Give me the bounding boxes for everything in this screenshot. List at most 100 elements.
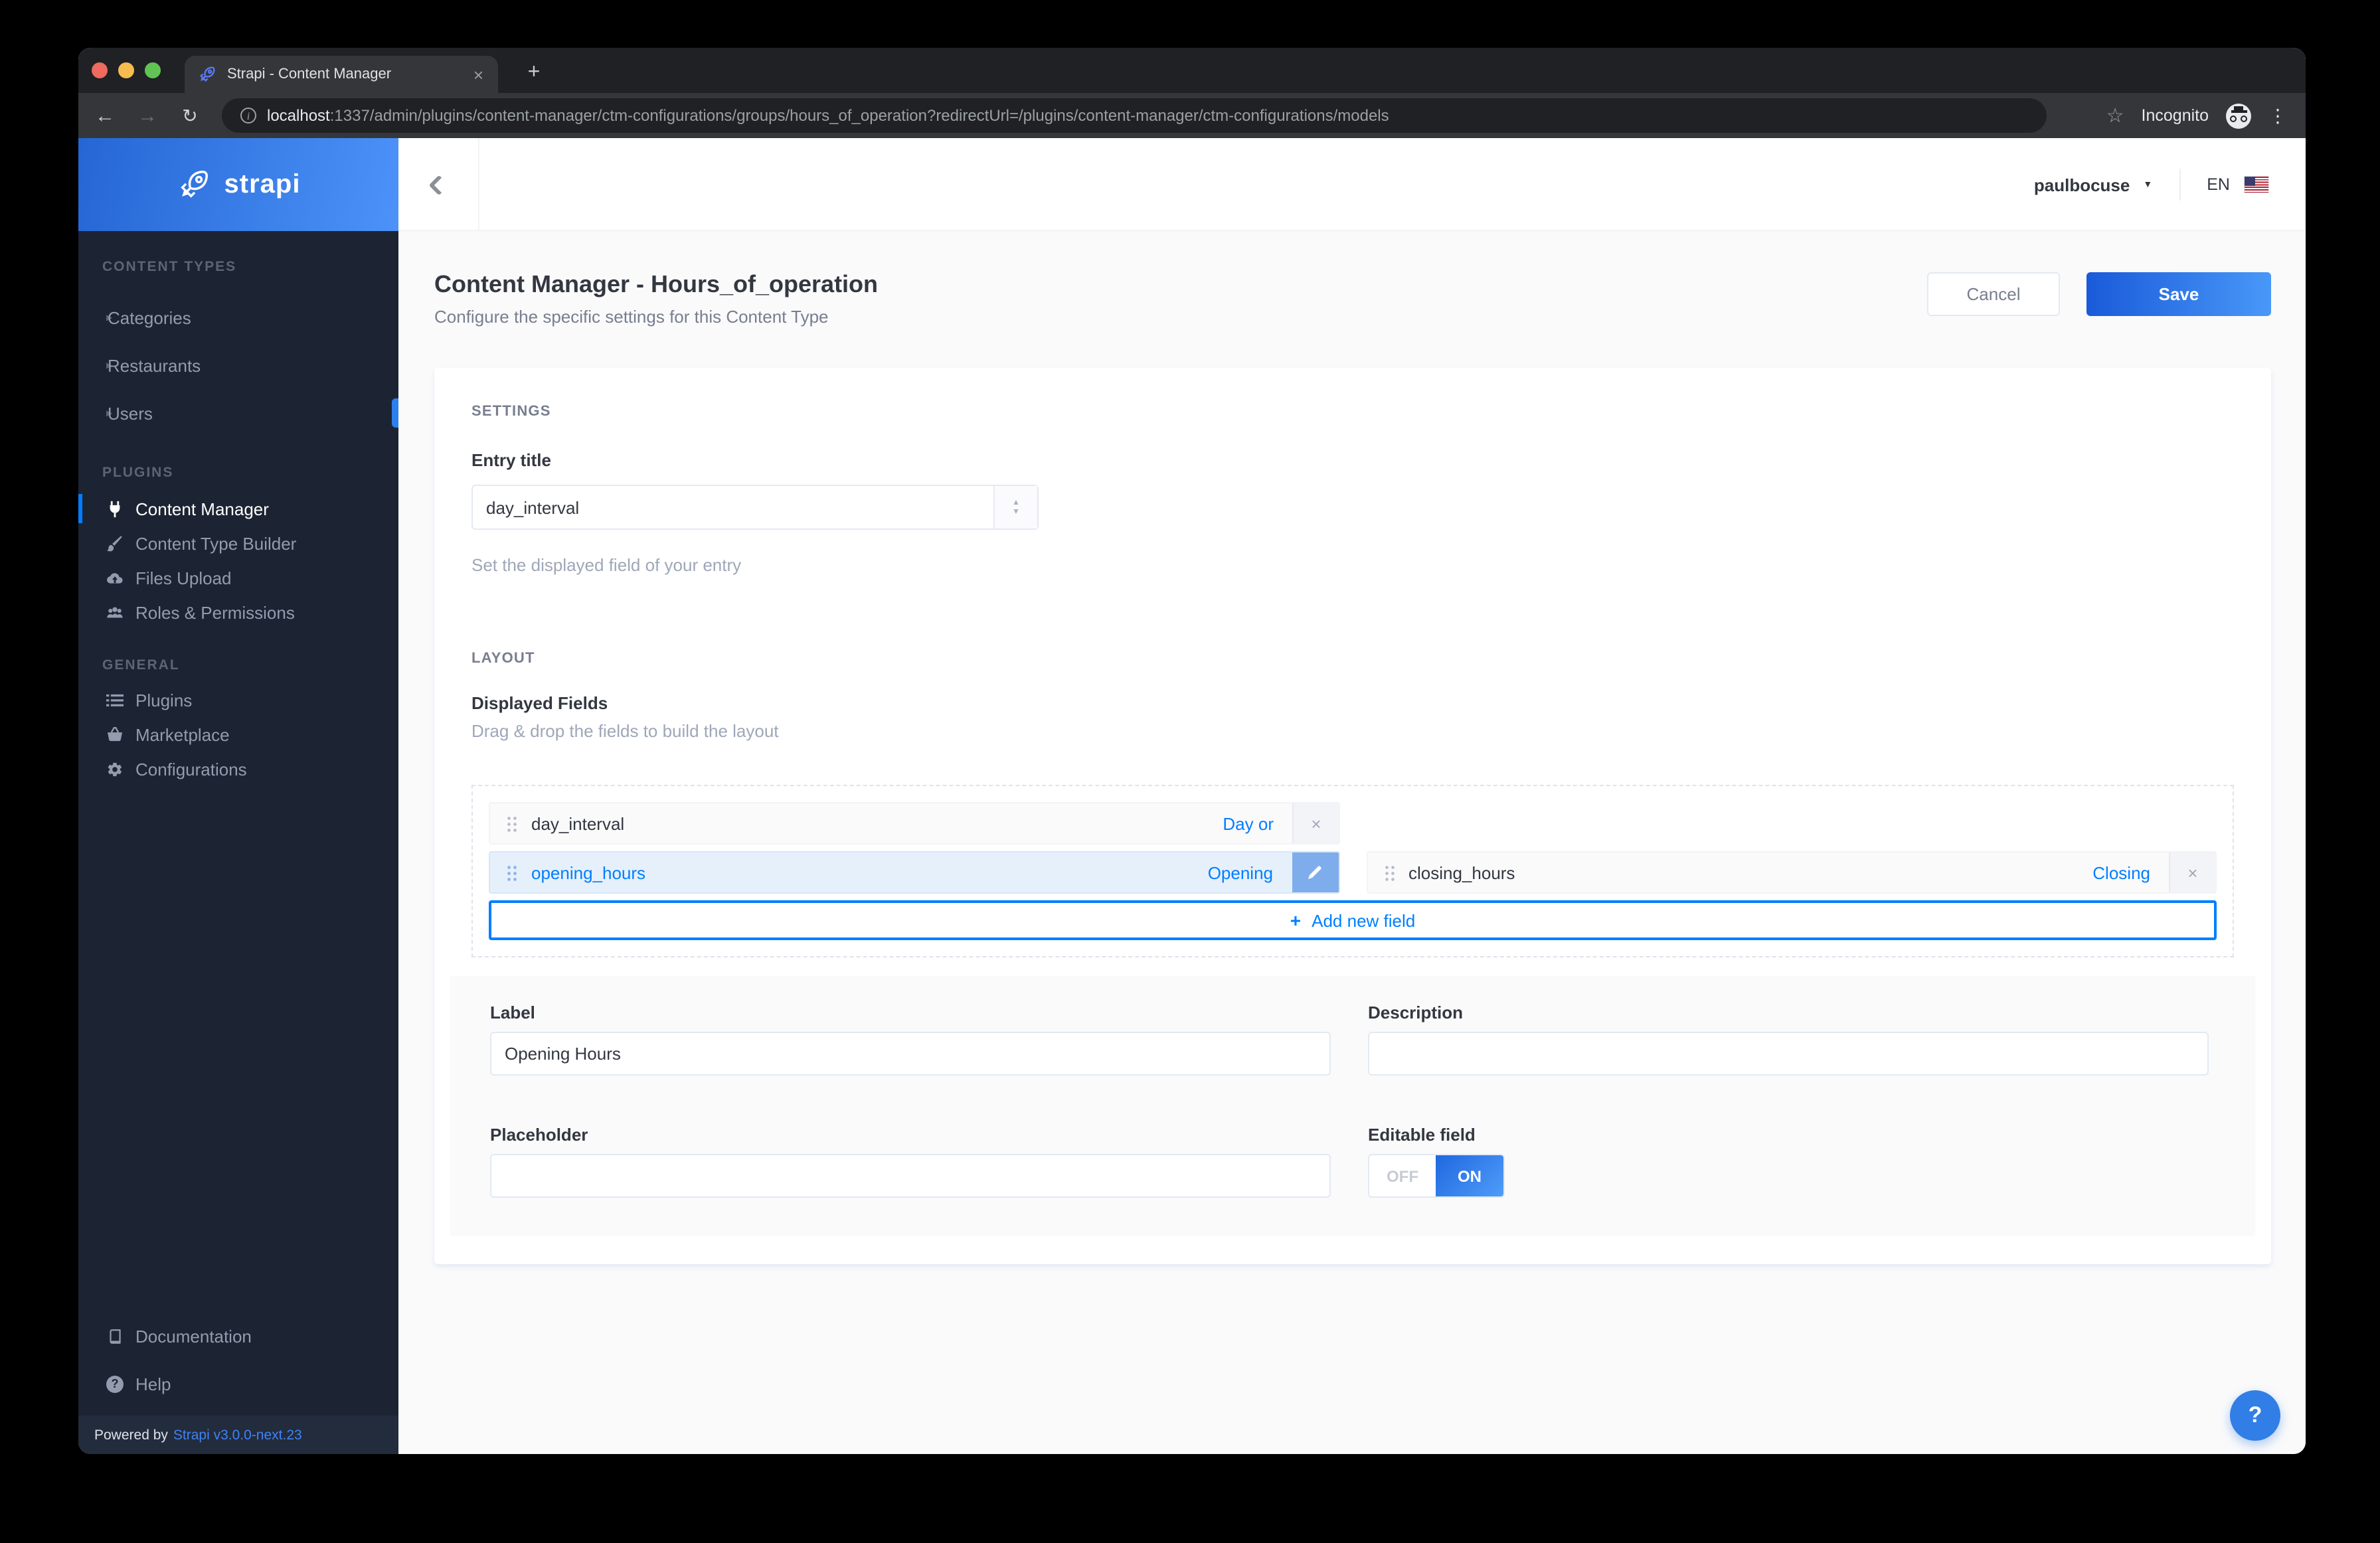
back-chevron-icon[interactable] <box>422 165 454 204</box>
remove-field-icon[interactable]: × <box>1292 803 1339 843</box>
entry-title-value: day_interval <box>486 497 580 517</box>
sidebar-nav: CONTENT TYPES ▶ Categories ▶ Restaurants… <box>78 231 398 1454</box>
editable-field-label: Editable field <box>1368 1125 1476 1145</box>
edit-field-icon[interactable] <box>1292 853 1338 892</box>
gear-icon <box>106 760 135 777</box>
sidebar-scrollbar[interactable] <box>392 398 398 428</box>
field-badge: Day or <box>1223 813 1274 833</box>
toggle-on[interactable]: ON <box>1436 1155 1503 1196</box>
new-tab-button[interactable]: + <box>517 56 551 90</box>
screen: Strapi - Content Manager × + ← → ↻ i loc… <box>0 0 2380 1543</box>
expand-arrow-icon: ▶ <box>106 362 113 370</box>
close-window-button[interactable] <box>92 62 108 78</box>
back-icon[interactable]: ← <box>89 104 121 127</box>
sidebar-item-label: Categories <box>108 307 191 327</box>
settings-card: SETTINGS Entry title day_interval ▲ ▼ Set… <box>434 368 2271 1264</box>
zoom-window-button[interactable] <box>145 62 161 78</box>
active-indicator <box>78 494 82 523</box>
displayed-fields-help: Drag & drop the fields to build the layo… <box>471 721 779 741</box>
plug-icon <box>106 500 135 517</box>
strapi-logo-text: strapi <box>224 169 301 199</box>
sidebar-item-documentation[interactable]: Documentation <box>78 1321 398 1350</box>
strapi-logo: strapi <box>78 138 398 231</box>
sidebar-item-files-upload[interactable]: Files Upload <box>78 563 398 592</box>
cancel-button[interactable]: Cancel <box>1927 272 2060 316</box>
cloud-upload-icon <box>106 569 135 586</box>
strapi-version-link[interactable]: Strapi v3.0.0-next.23 <box>173 1427 302 1443</box>
minimize-window-button[interactable] <box>118 62 134 78</box>
header-vertical-divider <box>2179 169 2181 201</box>
sidebar-item-label: Plugins <box>135 690 193 710</box>
tab-close-icon[interactable]: × <box>469 64 487 84</box>
expand-arrow-icon: ▶ <box>106 314 113 322</box>
entry-title-select[interactable]: day_interval ▲ ▼ <box>471 485 1039 530</box>
save-button[interactable]: Save <box>2086 272 2271 316</box>
section-general: GENERAL <box>102 657 180 673</box>
help-fab-button[interactable]: ? <box>2230 1390 2280 1441</box>
label-input[interactable] <box>490 1032 1331 1076</box>
language-label[interactable]: EN <box>2207 175 2230 194</box>
field-badge: Closing <box>2092 862 2150 882</box>
drag-handle-icon[interactable] <box>1383 864 1395 881</box>
field-name: day_interval <box>531 813 625 833</box>
users-group-icon <box>106 604 135 621</box>
sidebar-item-marketplace[interactable]: Marketplace <box>78 720 398 749</box>
page-info-icon[interactable]: i <box>240 108 256 123</box>
sidebar-item-help[interactable]: ? Help <box>78 1369 398 1398</box>
placeholder-input[interactable] <box>490 1154 1331 1198</box>
description-field-label: Description <box>1368 1003 1464 1022</box>
sidebar-item-users[interactable]: ▶ Users <box>78 398 398 428</box>
plus-icon: + <box>1290 910 1302 931</box>
sidebar-item-label: Files Upload <box>135 568 232 588</box>
remove-field-icon[interactable]: × <box>2169 853 2215 892</box>
field-opening-hours[interactable]: opening_hours Opening <box>489 851 1339 894</box>
settings-heading: SETTINGS <box>471 404 551 420</box>
browser-menu-icon[interactable]: ⋮ <box>2268 104 2287 127</box>
add-new-field-button[interactable]: + Add new field <box>489 900 2217 940</box>
sidebar-item-restaurants[interactable]: ▶ Restaurants <box>78 351 398 380</box>
user-menu[interactable]: paulbocuse <box>2034 175 2130 195</box>
address-bar[interactable]: i localhost :1337/admin/plugins/content-… <box>222 98 2047 133</box>
description-input[interactable] <box>1368 1032 2209 1076</box>
section-content-types: CONTENT TYPES <box>102 259 237 275</box>
list-icon <box>106 691 135 708</box>
browser-toolbar: ← → ↻ i localhost :1337/admin/plugins/co… <box>78 93 2306 138</box>
bookmark-star-icon[interactable]: ☆ <box>2106 104 2124 127</box>
editable-toggle[interactable]: OFF ON <box>1368 1154 1505 1198</box>
tab-title: Strapi - Content Manager <box>227 66 392 82</box>
sidebar-item-label: Roles & Permissions <box>135 602 295 622</box>
basket-icon <box>106 726 135 743</box>
sidebar-item-label: Help <box>135 1374 171 1394</box>
sidebar-item-content-type-builder[interactable]: Content Type Builder <box>78 528 398 558</box>
browser-tab[interactable]: Strapi - Content Manager × <box>185 56 498 93</box>
sidebar-item-plugins[interactable]: Plugins <box>78 685 398 714</box>
page-content: Content Manager - Hours_of_operation Con… <box>398 231 2306 1454</box>
sidebar-item-categories[interactable]: ▶ Categories <box>78 303 398 332</box>
header-divider <box>478 138 479 230</box>
add-new-field-label: Add new field <box>1312 910 1416 930</box>
book-icon <box>106 1327 135 1344</box>
field-day-interval[interactable]: day_interval Day or × <box>489 802 1340 845</box>
page-subtitle: Configure the specific settings for this… <box>434 307 829 327</box>
sidebar-item-label: Configurations <box>135 759 247 779</box>
drag-handle-icon[interactable] <box>506 815 518 832</box>
toolbar-right: ☆ Incognito ⋮ <box>2106 93 2287 138</box>
sidebar-item-label: Users <box>108 403 153 423</box>
app-header: paulbocuse ▼ EN <box>398 138 2306 231</box>
url-host: localhost <box>267 106 330 125</box>
sidebar-item-label: Content Type Builder <box>135 533 297 553</box>
displayed-fields-label: Displayed Fields <box>471 693 608 713</box>
forward-icon[interactable]: → <box>131 104 163 127</box>
sidebar-item-configurations[interactable]: Configurations <box>78 754 398 783</box>
sidebar-item-roles-permissions[interactable]: Roles & Permissions <box>78 598 398 627</box>
main-area: paulbocuse ▼ EN Content Manager - Hours_… <box>398 138 2306 1454</box>
reload-icon[interactable]: ↻ <box>174 104 206 127</box>
sidebar-item-label: Content Manager <box>135 499 269 519</box>
field-closing-hours[interactable]: closing_hours Closing × <box>1366 851 2217 894</box>
us-flag-icon[interactable] <box>2245 177 2268 193</box>
caret-down-icon[interactable]: ▼ <box>2143 180 2152 189</box>
toggle-off[interactable]: OFF <box>1369 1155 1436 1196</box>
drag-handle-icon[interactable] <box>506 864 518 881</box>
sidebar-item-content-manager[interactable]: Content Manager <box>78 494 398 523</box>
tab-strip: Strapi - Content Manager × + <box>78 48 2306 93</box>
